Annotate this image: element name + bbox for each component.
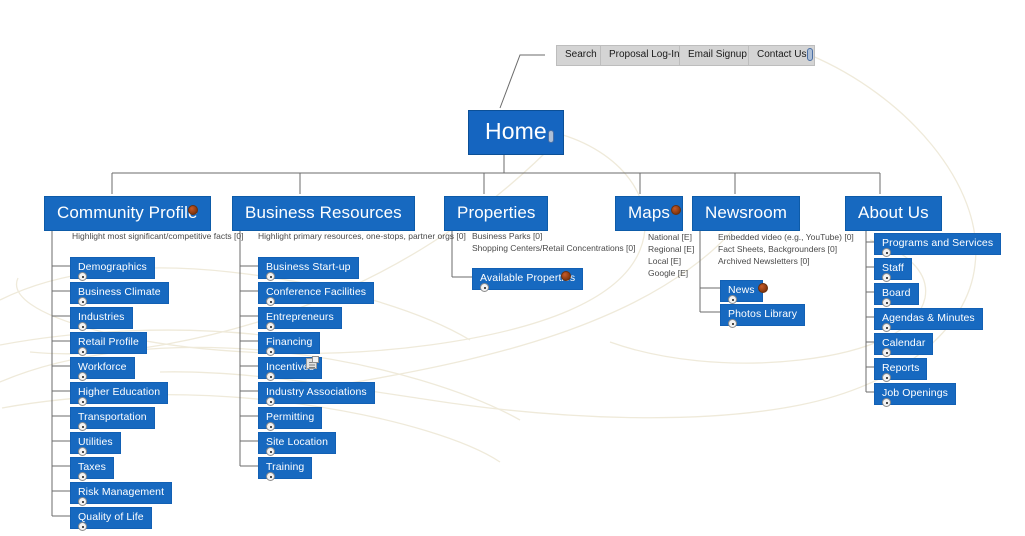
utility-button-proposal-log-in[interactable]: Proposal Log-In (600, 45, 689, 66)
node-community-profile[interactable]: Community Profile (44, 196, 211, 231)
node-news[interactable]: News (720, 280, 763, 302)
note-maps-regional: Regional [E] (648, 244, 695, 254)
node-business-resources[interactable]: Business Resources (232, 196, 415, 231)
utility-button-email-signup[interactable]: Email Signup (679, 45, 756, 66)
expand-handle[interactable] (266, 397, 275, 406)
expand-handle[interactable] (78, 297, 87, 306)
note-newsroom-fact-sheets: Fact Sheets, Backgrounders [0] (718, 244, 838, 254)
expand-handle[interactable] (882, 373, 891, 382)
note-maps-google: Google [E] (648, 268, 689, 278)
note-maps-national: National [E] (648, 232, 692, 242)
expand-handle[interactable] (882, 398, 891, 407)
expand-handle[interactable] (78, 472, 87, 481)
expand-handle[interactable] (266, 272, 275, 281)
expand-handle[interactable] (882, 248, 891, 257)
expand-handle[interactable] (266, 322, 275, 331)
expand-handle[interactable] (882, 273, 891, 282)
note-newsroom-archived-newsletters: Archived Newsletters [0] (718, 256, 810, 266)
seal-icon (188, 205, 198, 215)
expand-handle[interactable] (78, 397, 87, 406)
expand-handle[interactable] (266, 472, 275, 481)
expand-handle[interactable] (78, 422, 87, 431)
paperclip-icon (548, 130, 554, 143)
expand-handle[interactable] (266, 372, 275, 381)
expand-handle[interactable] (266, 447, 275, 456)
node-conference-facilities[interactable]: Conference Facilities (258, 282, 375, 304)
expand-handle[interactable] (728, 319, 737, 328)
note-properties-business-parks: Business Parks [0] (472, 231, 543, 241)
seal-icon (758, 283, 768, 293)
utility-button-contact-us[interactable]: Contact Us (748, 45, 816, 66)
utility-button-search[interactable]: Search (556, 45, 606, 66)
expand-handle[interactable] (266, 422, 275, 431)
expand-handle[interactable] (728, 295, 737, 304)
note-community-profile: Highlight most significant/competitive f… (72, 231, 244, 241)
expand-handle[interactable] (266, 347, 275, 356)
expand-handle[interactable] (882, 323, 891, 332)
note-icon (306, 356, 319, 369)
expand-handle[interactable] (78, 497, 87, 506)
note-properties-shopping-centers: Shopping Centers/Retail Concentrations [… (472, 243, 636, 253)
note-newsroom-embedded-video: Embedded video (e.g., YouTube) [0] (718, 232, 854, 242)
note-business-resources: Highlight primary resources, one-stops, … (258, 231, 466, 241)
node-staff[interactable]: Staff (874, 258, 912, 280)
expand-handle[interactable] (480, 283, 489, 292)
note-maps-local: Local [E] (648, 256, 682, 266)
sitemap-canvas: Search Proposal Log-In Email Signup Cont… (0, 0, 1025, 536)
node-board[interactable]: Board (874, 283, 919, 305)
expand-handle[interactable] (882, 298, 891, 307)
node-about-us[interactable]: About Us (845, 196, 942, 231)
expand-handle[interactable] (78, 322, 87, 331)
node-properties[interactable]: Properties (444, 196, 549, 231)
expand-handle[interactable] (882, 348, 891, 357)
node-newsroom[interactable]: Newsroom (692, 196, 801, 231)
expand-handle[interactable] (78, 522, 87, 531)
node-programs-and-services[interactable]: Programs and Services (874, 233, 1002, 255)
paperclip-icon (807, 48, 813, 61)
expand-handle[interactable] (78, 447, 87, 456)
seal-icon (561, 271, 571, 281)
expand-handle[interactable] (266, 297, 275, 306)
node-industry-associations[interactable]: Industry Associations (258, 382, 375, 404)
expand-handle[interactable] (78, 347, 87, 356)
expand-handle[interactable] (78, 272, 87, 281)
seal-icon (671, 205, 681, 215)
expand-handle[interactable] (78, 372, 87, 381)
node-taxes[interactable]: Taxes (70, 457, 114, 479)
